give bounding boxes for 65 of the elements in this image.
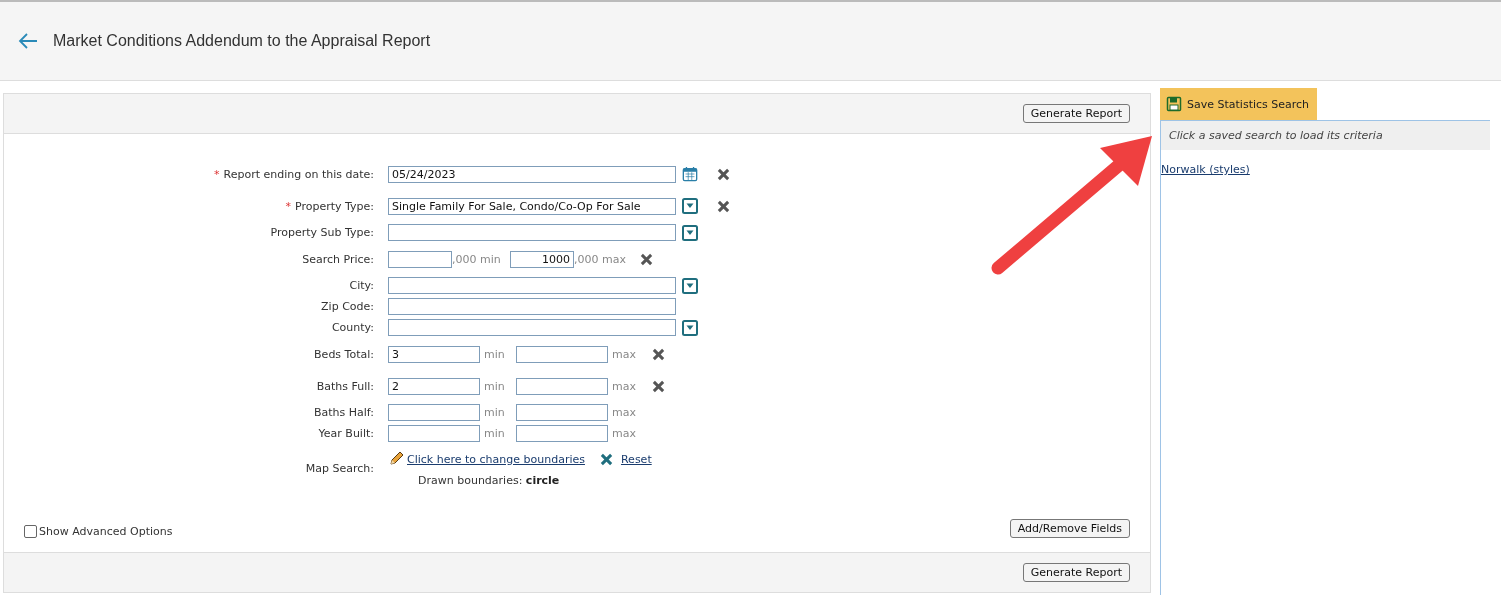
dropdown-icon[interactable] xyxy=(682,277,698,294)
drawn-boundaries-text: Drawn boundaries: circle xyxy=(417,474,561,487)
max-suffix: max xyxy=(611,347,637,361)
saved-search-link[interactable]: Norwalk (styles) xyxy=(1161,163,1250,176)
min-field[interactable]: 3 xyxy=(388,345,480,363)
min-field[interactable] xyxy=(388,404,480,421)
text-field[interactable] xyxy=(388,298,676,315)
pencil-icon xyxy=(388,451,404,467)
field-label: Baths Half: xyxy=(313,406,374,419)
field-label: Baths Full: xyxy=(316,379,374,393)
field-label: Map Search: xyxy=(305,462,374,475)
dropdown-icon[interactable] xyxy=(682,198,698,214)
text-field[interactable] xyxy=(388,224,676,241)
add-remove-fields-button[interactable]: Add/Remove Fields xyxy=(1009,519,1130,538)
min-suffix: min xyxy=(483,347,506,361)
clear-icon[interactable] xyxy=(652,347,665,361)
min-suffix: min xyxy=(483,427,506,440)
required-marker: * xyxy=(285,199,291,213)
max-suffix: max xyxy=(611,427,637,440)
field-label: County: xyxy=(331,321,374,334)
generate-report-button[interactable]: Generate Report xyxy=(1022,104,1130,123)
max-field[interactable] xyxy=(516,404,608,421)
generate-report-button[interactable]: Generate Report xyxy=(1022,563,1130,582)
min-field[interactable] xyxy=(388,250,452,268)
change-boundaries-link[interactable]: Click here to change boundaries xyxy=(407,452,585,466)
text-field[interactable]: 05/24/2023 xyxy=(388,165,676,183)
field-label: Report ending on this date: xyxy=(223,167,374,181)
min-field[interactable]: 2 xyxy=(388,377,480,395)
dropdown-icon[interactable] xyxy=(682,319,698,336)
max-suffix: max xyxy=(611,379,637,393)
text-field[interactable] xyxy=(388,319,676,336)
hint-text: Click a saved search to load its criteria xyxy=(1161,121,1490,150)
field-label: City: xyxy=(349,279,374,292)
clear-icon[interactable] xyxy=(652,379,665,393)
checkbox-label: Show Advanced Options xyxy=(39,525,173,538)
field-label: Property Sub Type: xyxy=(270,226,374,239)
max-suffix: ,000 max xyxy=(574,252,627,266)
field-label: Search Price: xyxy=(302,252,374,266)
max-field[interactable] xyxy=(516,345,608,363)
dropdown-icon[interactable] xyxy=(682,224,698,241)
text-field[interactable]: Single Family For Sale, Condo/Co-Op For Sale xyxy=(388,197,676,215)
field-label: Zip Code: xyxy=(321,300,374,313)
clear-icon[interactable] xyxy=(717,199,730,213)
max-field[interactable]: 1000 xyxy=(510,250,574,268)
max-field[interactable] xyxy=(516,425,608,442)
checkbox[interactable] xyxy=(24,525,37,538)
reset-icon[interactable] xyxy=(599,452,613,466)
back-arrow-icon[interactable] xyxy=(18,33,38,49)
min-suffix: ,000 min xyxy=(452,252,502,266)
max-field[interactable] xyxy=(516,377,608,395)
clear-icon[interactable] xyxy=(640,252,653,266)
field-label: Year Built: xyxy=(318,427,374,440)
min-field[interactable] xyxy=(388,425,480,442)
text-field[interactable] xyxy=(388,277,676,294)
required-marker: * xyxy=(214,167,220,181)
page-title: Market Conditions Addendum to the Appraisal Report xyxy=(53,32,431,50)
min-suffix: min xyxy=(483,406,506,419)
save-search-button[interactable]: Save Statistics Search xyxy=(1160,88,1318,120)
min-suffix: min xyxy=(483,379,506,393)
reset-link[interactable]: Reset xyxy=(620,452,652,466)
field-label: Beds Total: xyxy=(314,347,374,361)
max-suffix: max xyxy=(611,406,637,419)
field-label: Property Type: xyxy=(295,199,374,213)
calendar-icon[interactable] xyxy=(682,166,698,182)
clear-icon[interactable] xyxy=(717,167,730,181)
